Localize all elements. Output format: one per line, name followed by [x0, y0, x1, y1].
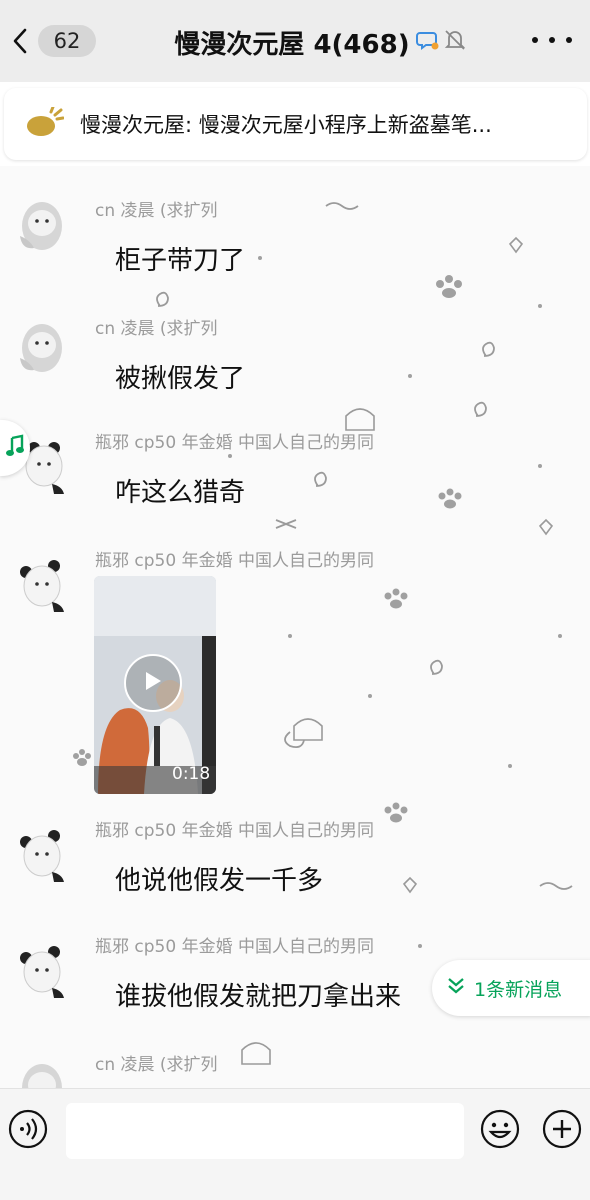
- chat-bubble-icon: [415, 28, 440, 56]
- voice-icon[interactable]: [8, 1109, 48, 1149]
- play-icon: [143, 670, 163, 696]
- ellipsis-dot: [549, 37, 555, 43]
- sender-name: cn 凌晨 (求扩列: [95, 319, 218, 339]
- sender-name: 瓶邪 cp50 年金婚 中国人自己的男同: [95, 937, 374, 957]
- chevron-left-icon: [12, 28, 28, 54]
- avatar[interactable]: [12, 1058, 68, 1088]
- bell-off-icon: [444, 28, 466, 56]
- message-text[interactable]: 咋这么猎奇: [115, 472, 245, 509]
- notice-text: 慢漫次元屋: 慢漫次元屋小程序上新盗墓笔...: [80, 113, 492, 137]
- chat-message-area[interactable]: cn 凌晨 (求扩列 柜子带刀了 cn 凌晨 (求扩列 被揪假发了 瓶邪 cp5…: [0, 166, 590, 1088]
- avatar[interactable]: [12, 938, 68, 1000]
- message-text[interactable]: 柜子带刀了: [115, 240, 245, 277]
- avatar[interactable]: [12, 552, 68, 614]
- ellipsis-dot: [566, 37, 572, 43]
- double-chevron-down-icon: [446, 976, 466, 1000]
- sender-name: 瓶邪 cp50 年金婚 中国人自己的男同: [95, 551, 374, 571]
- plus-icon[interactable]: [542, 1109, 582, 1149]
- video-message[interactable]: 0:18: [94, 576, 216, 794]
- new-message-text: 1条新消息: [474, 978, 563, 1001]
- message-text[interactable]: 被揪假发了: [115, 358, 245, 395]
- video-duration: 0:18: [172, 764, 211, 784]
- music-note-icon: [5, 434, 25, 462]
- sender-name: cn 凌晨 (求扩列: [95, 201, 218, 221]
- chat-title-area[interactable]: 慢漫次元屋 4(468): [150, 22, 490, 62]
- message-text[interactable]: 谁拔他假发就把刀拿出来: [115, 976, 401, 1013]
- chat-header: 62 慢漫次元屋 4(468): [0, 0, 590, 82]
- sender-name: 瓶邪 cp50 年金婚 中国人自己的男同: [95, 821, 374, 841]
- megaphone-icon: [26, 105, 65, 141]
- avatar[interactable]: [12, 318, 68, 380]
- emoji-icon[interactable]: [480, 1109, 520, 1149]
- new-message-banner[interactable]: 1条新消息: [432, 960, 590, 1016]
- input-bar: [0, 1088, 590, 1200]
- back-button[interactable]: 62: [12, 24, 96, 58]
- message-text[interactable]: 他说他假发一千多: [115, 860, 323, 897]
- avatar[interactable]: [12, 822, 68, 884]
- ellipsis-dot: [532, 37, 538, 43]
- message-input[interactable]: [66, 1103, 464, 1159]
- more-button[interactable]: [532, 30, 572, 50]
- group-notice-banner[interactable]: 慢漫次元屋: 慢漫次元屋小程序上新盗墓笔...: [4, 88, 587, 160]
- chat-title: 慢漫次元屋 4(468): [174, 29, 410, 60]
- play-button[interactable]: [124, 654, 182, 712]
- unread-count-badge: 62: [38, 25, 96, 57]
- sender-name: cn 凌晨 (求扩列: [95, 1055, 218, 1075]
- avatar[interactable]: [12, 196, 68, 258]
- sender-name: 瓶邪 cp50 年金婚 中国人自己的男同: [95, 433, 374, 453]
